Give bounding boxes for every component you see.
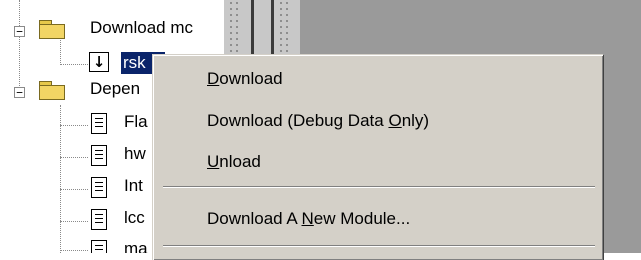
tree-line [60, 221, 88, 222]
tree-line [60, 125, 88, 126]
tree-node-dependency[interactable]: ma [124, 238, 148, 253]
tree-node-download-modules[interactable]: Download mc [90, 17, 193, 39]
context-menu: Download Download (Debug Data Only) Unlo… [152, 54, 603, 260]
tree-line [60, 40, 61, 65]
tree-node-dependency[interactable]: lcc [124, 207, 145, 229]
menu-item-unload[interactable]: Unload [207, 149, 261, 175]
tree-node-dependency[interactable]: hw [124, 143, 146, 165]
document-icon [91, 145, 107, 166]
download-arrow-icon: ↓ [89, 52, 109, 72]
tree-line [19, 0, 20, 90]
tree-line [60, 64, 88, 65]
document-icon [91, 177, 107, 198]
folder-icon [39, 81, 65, 100]
tree-line [60, 250, 88, 251]
document-icon [91, 240, 107, 253]
tree-line [60, 105, 61, 253]
collapse-icon[interactable]: − [14, 87, 25, 98]
menu-item-download-new-module[interactable]: Download A New Module... [207, 206, 410, 232]
menu-item-download-debug-data-only[interactable]: Download (Debug Data Only) [207, 108, 429, 134]
menu-separator [163, 186, 595, 188]
tree-line [60, 157, 88, 158]
document-icon [91, 113, 107, 134]
document-icon [91, 209, 107, 230]
tree-node-dependency[interactable]: Int [124, 175, 143, 197]
collapse-icon[interactable]: − [14, 26, 25, 37]
menu-item-download[interactable]: Download [207, 66, 283, 92]
tree-node-dependency[interactable]: Fla [124, 111, 148, 133]
tree-node-dependencies[interactable]: Depen [90, 78, 140, 100]
tree-line [60, 189, 88, 190]
folder-icon [39, 20, 65, 39]
menu-separator [163, 245, 595, 247]
